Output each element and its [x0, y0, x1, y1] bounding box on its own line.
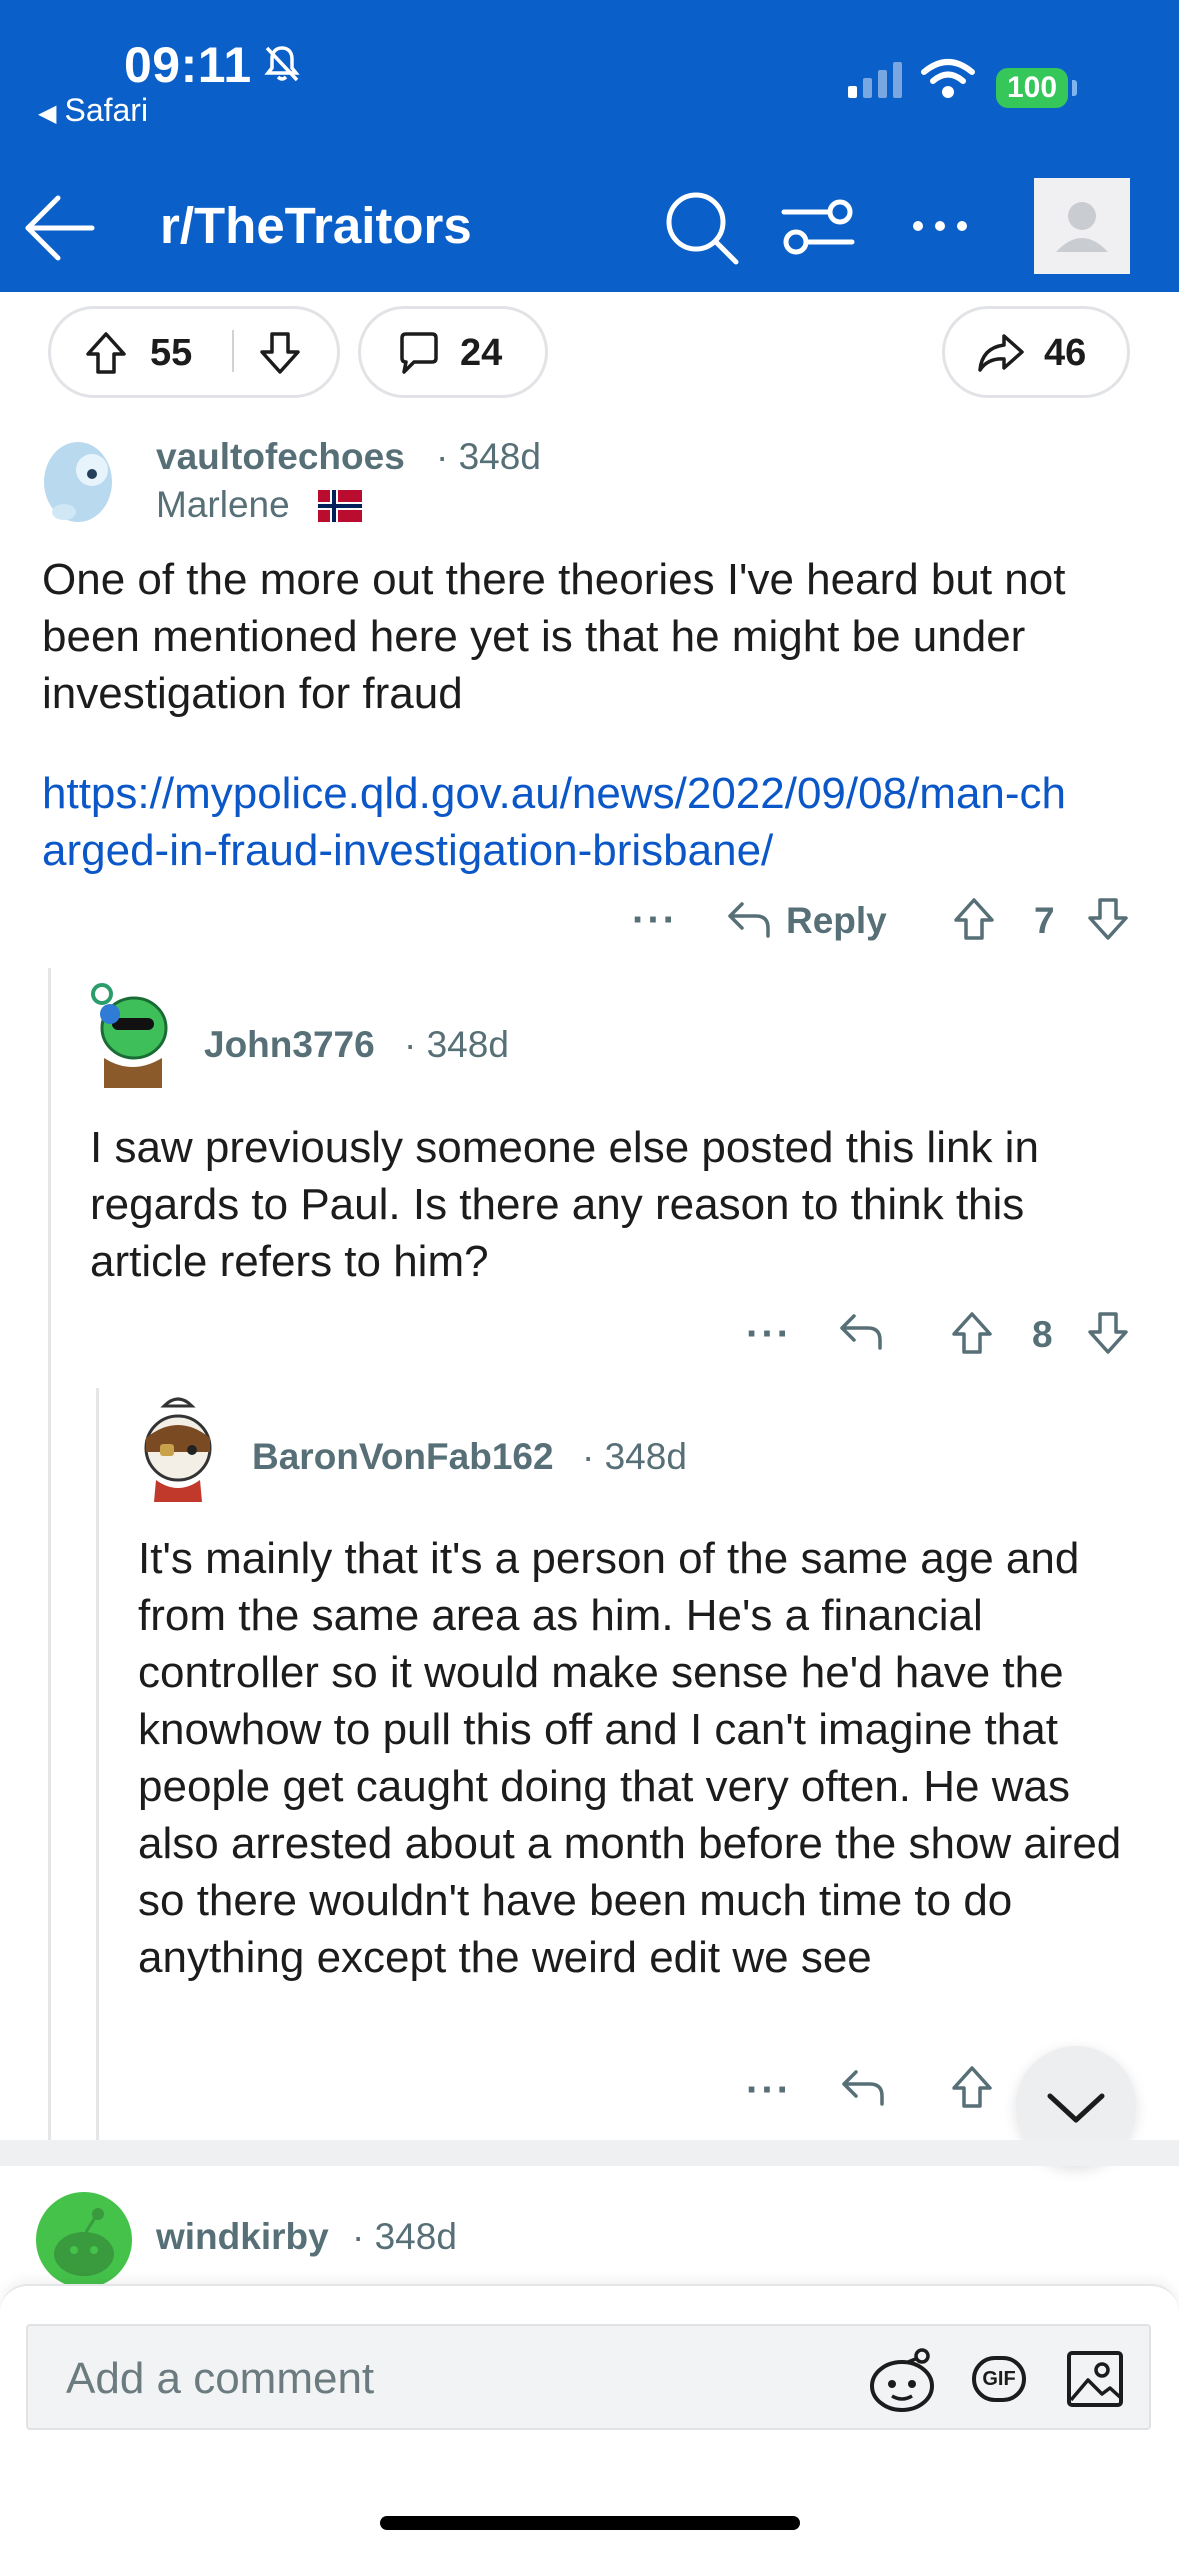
home-indicator[interactable] — [380, 2516, 800, 2530]
snoo-emoji-icon[interactable] — [864, 2344, 944, 2416]
comment-age-value: 348d — [374, 2216, 457, 2257]
user-avatar[interactable] — [1034, 178, 1130, 274]
app-header: 09:11 ◀ Safari 100 r/TheTraitors — [0, 0, 1179, 292]
gif-button[interactable]: GIF — [972, 2356, 1026, 2402]
comment-age: · 348d — [582, 1436, 687, 1477]
subreddit-title[interactable]: r/TheTraitors — [160, 196, 472, 255]
share-icon — [978, 334, 1024, 372]
gif-label: GIF — [982, 2368, 1016, 2390]
comments-pill[interactable] — [358, 306, 548, 398]
comment-more-button[interactable]: ··· — [746, 2068, 792, 2113]
comment-score: 8 — [1032, 1314, 1053, 1355]
reply-button[interactable]: Reply — [786, 900, 887, 942]
comment-link[interactable]: https://mypolice.qld.gov.au/news/2022/09… — [42, 765, 1072, 879]
downvote-icon[interactable] — [1086, 1310, 1130, 1356]
avatar[interactable] — [130, 1392, 226, 1504]
vote-separator — [232, 330, 234, 372]
user-flair: Marlene — [156, 484, 290, 525]
comment-body: It's mainly that it's a person of the sa… — [138, 1534, 1122, 1982]
image-icon[interactable] — [1064, 2348, 1126, 2410]
comment-age: · 348d — [352, 2216, 457, 2257]
wifi-icon — [921, 59, 975, 98]
comment-username[interactable]: windkirby — [156, 2216, 329, 2258]
comment-username[interactable]: BaronVonFab162 — [252, 1436, 554, 1478]
upvote-icon[interactable] — [950, 2064, 994, 2110]
comment-username[interactable]: vaultofechoes — [156, 436, 405, 478]
battery-nub — [1072, 80, 1077, 96]
comment-divider — [0, 2140, 1179, 2166]
downvote-icon[interactable] — [258, 330, 302, 376]
reply-icon[interactable] — [838, 1310, 884, 1352]
status-time: 09:11 — [124, 37, 252, 93]
comment-body: One of the more out there theories I've … — [42, 555, 1066, 718]
signal-icon — [848, 62, 902, 98]
comment-age-value: 348d — [604, 1436, 687, 1477]
thread-line — [96, 1388, 99, 2140]
comment-age-value: 348d — [426, 1024, 509, 1065]
avatar[interactable] — [36, 2192, 132, 2288]
reply-icon[interactable] — [840, 2066, 886, 2108]
comment-username[interactable]: John3776 — [204, 1024, 375, 1066]
back-app-label: Safari — [64, 92, 149, 128]
reply-icon[interactable] — [726, 898, 772, 940]
comment-age: · 348d — [404, 1024, 509, 1065]
user-silhouette-icon — [1056, 202, 1108, 252]
battery-indicator: 100 — [996, 68, 1068, 108]
share-pill[interactable] — [942, 306, 1130, 398]
more-icon[interactable] — [910, 218, 970, 234]
post-upvote-count: 55 — [150, 332, 193, 374]
comment-icon — [400, 332, 438, 374]
comment-body: I saw previously someone else posted thi… — [90, 1123, 1039, 1286]
comment-score: 7 — [1034, 900, 1055, 941]
comment-age-value: 348d — [458, 436, 541, 477]
post-comment-count: 24 — [460, 332, 503, 374]
post-share-count: 46 — [1044, 332, 1087, 374]
snoo-icon — [54, 2208, 114, 2276]
comment-input[interactable]: Add a comment GIF — [26, 2324, 1151, 2430]
comment-age: · 348d — [436, 436, 541, 477]
bell-slash-icon — [264, 46, 300, 82]
avatar[interactable] — [82, 980, 178, 1092]
upvote-icon[interactable] — [84, 330, 128, 376]
upvote-icon[interactable] — [952, 896, 996, 942]
back-arrow-icon[interactable] — [22, 190, 98, 266]
comment-placeholder: Add a comment — [66, 2354, 375, 2403]
search-icon[interactable] — [660, 186, 744, 270]
thread-line — [48, 968, 51, 2140]
comment-more-button[interactable]: ··· — [746, 1312, 792, 1357]
downvote-icon[interactable] — [1086, 896, 1130, 942]
upvote-icon[interactable] — [950, 1310, 994, 1356]
avatar[interactable] — [34, 432, 120, 526]
comment-more-button[interactable]: ··· — [632, 898, 678, 943]
back-to-safari[interactable]: ◀ Safari — [38, 92, 148, 129]
norway-flag-icon — [318, 490, 362, 522]
filter-icon[interactable] — [780, 196, 856, 260]
